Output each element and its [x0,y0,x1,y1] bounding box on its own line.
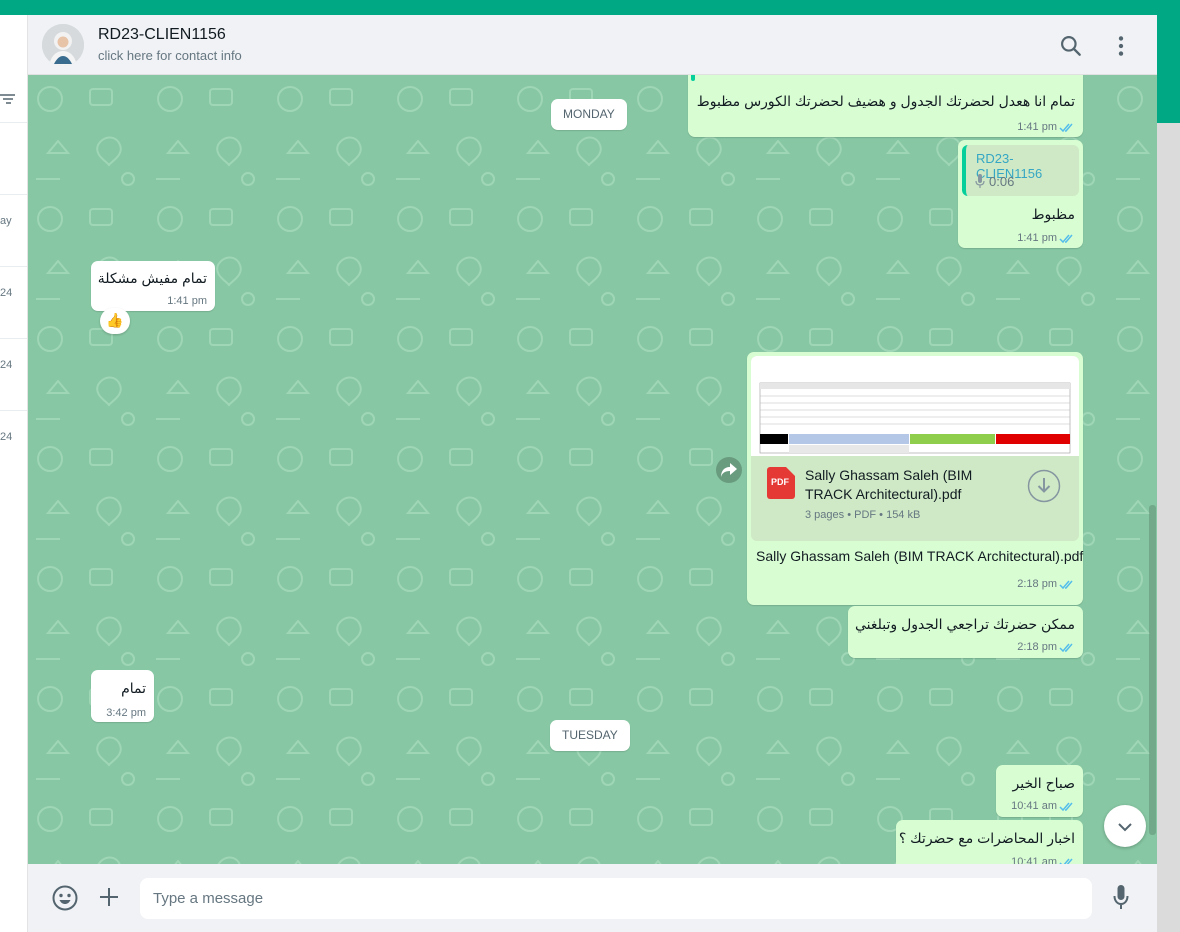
double-check-icon [1059,580,1073,590]
plus-icon[interactable] [98,886,120,908]
double-check-icon [1059,802,1073,812]
list-item-time: 24 [0,287,13,299]
message-text: اخبار المحاضرات مع حضرتك ؟ [898,830,1075,846]
double-check-icon [1059,643,1073,653]
double-check-icon [1059,858,1073,864]
message-time: 10:41 am [1011,800,1057,812]
double-check-icon [1059,123,1073,133]
contact-name[interactable]: RD23-CLIEN1156 [98,26,226,44]
document-meta: 3 pages • PDF • 154 kB [805,509,921,521]
outgoing-message[interactable]: تمام انا هعدل لحضرتك الجدول و هضيف لحضرت… [688,75,1083,137]
message-time: 3:42 pm [106,707,146,719]
list-item-time: ay [0,215,12,227]
contact-info-link[interactable]: click here for contact info [98,48,242,63]
outgoing-message[interactable]: اخبار المحاضرات مع حضرتك ؟ 10:41 am [896,820,1083,864]
menu-icon[interactable] [1108,33,1134,59]
message-text: صباح الخير [1012,775,1075,791]
outgoing-message[interactable]: ممكن حضرتك تراجعي الجدول وتبلغني 2:18 pm [848,606,1083,658]
mic-icon[interactable] [1113,885,1129,911]
quoted-message[interactable]: RD23-CLIEN1156 0:06 [962,145,1079,196]
message-text: مظبوط [1031,206,1075,222]
document-preview-thumbnail [751,356,1079,456]
incoming-message[interactable]: تمام مفيش مشكلة 1:41 pm [91,261,215,311]
document-caption: Sally Ghassam Saleh (BIM TRACK Architect… [756,548,1084,564]
message-time: 2:18 pm [1017,578,1057,590]
chat-header[interactable]: RD23-CLIEN1156 click here for contact in… [28,15,1157,75]
document-file-name: Sally Ghassam Saleh (BIM TRACK Architect… [805,467,973,502]
thumbs-up-icon: 👍 [106,312,124,328]
chat-list-panel: ay 24 24 24 [0,15,28,932]
filter-icon[interactable] [0,91,16,107]
message-list[interactable]: تمام انا هعدل لحضرتك الجدول و هضيف لحضرت… [28,75,1157,864]
pdf-badge: PDF [771,477,789,487]
message-composer [28,864,1157,932]
reaction-badge[interactable]: 👍 [100,308,130,334]
double-check-icon [1059,234,1073,244]
forward-button[interactable] [716,457,742,483]
chevron-down-icon [1118,823,1132,832]
date-divider: TUESDAY [550,720,630,751]
quoted-duration: 0:06 [989,174,1015,189]
message-text: تمام انا هعدل لحضرتك الجدول و هضيف لحضرت… [696,93,1075,109]
scrollbar[interactable] [1149,505,1156,835]
message-time: 1:41 pm [1017,232,1057,244]
message-text: تمام [121,680,146,696]
outgoing-message[interactable]: صباح الخير 10:41 am [996,765,1083,817]
scroll-to-bottom-button[interactable] [1104,805,1146,847]
message-input[interactable] [140,878,1092,919]
message-time: 10:41 am [1011,856,1057,864]
forward-icon [721,463,737,477]
message-text: ممكن حضرتك تراجعي الجدول وتبلغني [855,616,1075,632]
window-background [1157,123,1180,932]
conversation-pane: RD23-CLIEN1156 click here for contact in… [28,15,1157,932]
outgoing-message[interactable]: RD23-CLIEN1156 0:06 مظبوط 1:41 pm [958,140,1083,248]
date-divider: MONDAY [551,99,627,130]
emoji-icon[interactable] [52,885,78,911]
avatar[interactable] [42,24,84,66]
message-time: 2:18 pm [1017,641,1057,653]
list-item-time: 24 [0,359,13,371]
download-icon[interactable] [1027,469,1061,503]
message-text: تمام مفيش مشكلة [97,270,207,286]
search-icon[interactable] [1058,33,1084,59]
message-time: 1:41 pm [1017,121,1057,133]
mic-icon [975,174,985,188]
message-time: 1:41 pm [167,295,207,307]
list-item-time: 24 [0,431,13,443]
outgoing-document-message[interactable]: PDF Sally Ghassam Saleh (BIM TRACK Archi… [747,352,1083,605]
document-card[interactable]: PDF Sally Ghassam Saleh (BIM TRACK Archi… [751,356,1079,541]
incoming-message[interactable]: تمام 3:42 pm [91,670,154,722]
